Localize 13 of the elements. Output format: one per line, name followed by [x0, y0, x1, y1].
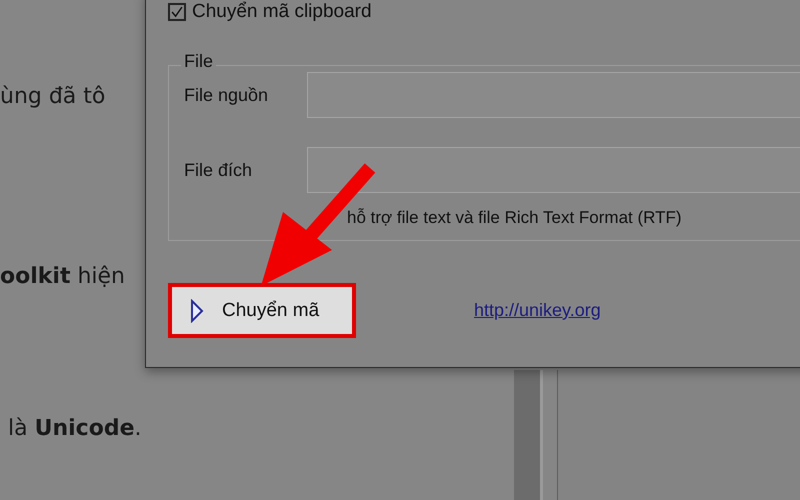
play-icon — [190, 298, 204, 322]
page-text: là Unicode. — [8, 416, 142, 441]
page-text: ùng đã tô — [0, 84, 106, 109]
field-label: File nguồn — [184, 84, 270, 106]
convert-button[interactable]: Chuyển mã — [168, 283, 356, 338]
file-input-field[interactable] — [307, 72, 800, 118]
checkbox[interactable] — [168, 3, 186, 21]
note-text: hỗ trợ file text và file Rich Text Format (RTF) — [346, 208, 683, 228]
website-link[interactable]: http://unikey.org — [474, 300, 601, 321]
field-label: File đích — [184, 160, 254, 180]
file-input-field[interactable] — [307, 147, 800, 193]
page-text: oolkit hiện — [0, 264, 125, 289]
checkbox-label: Chuyển mã clipboard — [192, 1, 372, 23]
